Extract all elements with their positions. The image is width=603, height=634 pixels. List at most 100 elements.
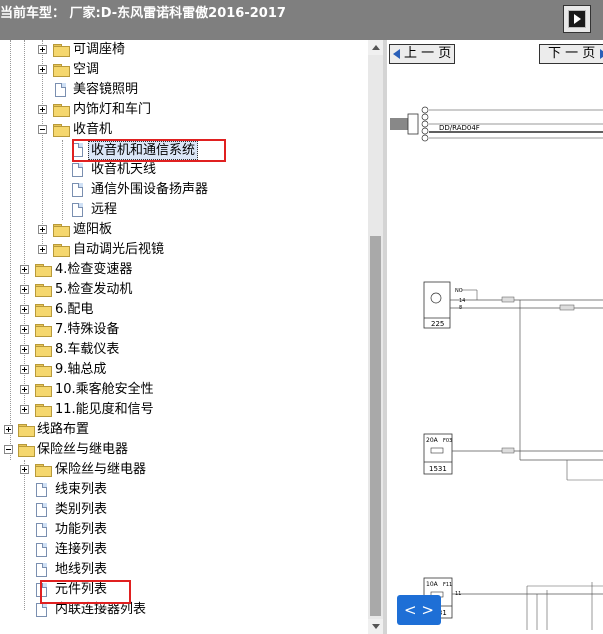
document-icon xyxy=(36,603,47,617)
tree-item-label: 空调 xyxy=(73,62,100,77)
tree-item-label: 9.轴总成 xyxy=(55,362,107,377)
page-nav: 上 一 页 下 一 页 xyxy=(387,44,603,66)
highlight-box xyxy=(40,580,131,604)
connector-code: DD/RAD04F xyxy=(439,124,480,132)
folder-icon xyxy=(35,464,52,477)
tree-scrollbar[interactable] xyxy=(368,40,383,634)
scroll-thumb[interactable] xyxy=(370,236,381,616)
tree-item-label: 类别列表 xyxy=(55,502,108,517)
svg-text:F03: F03 xyxy=(443,438,452,444)
svg-text:10A: 10A xyxy=(426,581,439,588)
svg-text:NO: NO xyxy=(455,288,463,294)
document-icon xyxy=(72,203,83,217)
navigation-tree: 可调座椅 空调 美容镜照明 内饰灯和车门 收音机 收音机和通信系统 收音机天线 … xyxy=(0,40,368,634)
tree-item-label: 地线列表 xyxy=(55,562,108,577)
document-icon xyxy=(36,523,47,537)
tree-item-label: 美容镜照明 xyxy=(73,82,139,97)
tree-item-label: 7.特殊设备 xyxy=(55,322,120,337)
expand-icon[interactable] xyxy=(20,385,29,394)
next-page-button[interactable]: 下 一 页 xyxy=(539,44,603,64)
open-folder-icon xyxy=(18,444,35,457)
arrow-left-icon xyxy=(393,49,400,59)
svg-text:14: 14 xyxy=(459,298,465,304)
expand-icon[interactable] xyxy=(20,285,29,294)
tree-item-label: 11.能见度和信号 xyxy=(55,402,154,417)
tree-item-label: 可调座椅 xyxy=(73,42,126,57)
open-folder-icon xyxy=(53,124,70,137)
expand-icon[interactable] xyxy=(4,425,13,434)
folder-icon xyxy=(35,344,52,357)
scroll-down-arrow-icon[interactable] xyxy=(368,619,383,634)
folder-icon xyxy=(35,324,52,337)
folder-icon xyxy=(35,384,52,397)
expand-icon[interactable] xyxy=(20,325,29,334)
tree-connector xyxy=(24,460,25,610)
document-icon xyxy=(72,163,83,177)
tree-item-label: 通信外围设备扬声器 xyxy=(91,182,209,197)
fuse-1531-20a: 20A F03 1531 xyxy=(423,433,603,481)
wiring-diagram: DD/RAD04F 225 NO 14 8 20A F03 1531 10A F… xyxy=(390,106,603,630)
folder-icon xyxy=(35,264,52,277)
document-icon xyxy=(55,83,66,97)
prev-page-button[interactable]: 上 一 页 xyxy=(389,44,455,64)
tree-item-label: 自动调光后视镜 xyxy=(73,242,165,257)
folder-icon xyxy=(18,424,35,437)
expand-icon[interactable] xyxy=(38,65,47,74)
document-icon xyxy=(36,563,47,577)
tree-item-label: 遮阳板 xyxy=(73,222,113,237)
tree-item-label: 收音机天线 xyxy=(91,162,157,177)
folder-icon xyxy=(53,224,70,237)
wiring-diagram-viewer: 上 一 页 下 一 页 DD/RAD04F 225 NO 14 8 20A F0… xyxy=(387,40,603,634)
tree-item-label: 远程 xyxy=(91,202,118,217)
tree-connector xyxy=(62,140,63,220)
tree-item-label: 线路布置 xyxy=(37,422,90,437)
expand-icon[interactable] xyxy=(20,345,29,354)
tree-item-label: 6.配电 xyxy=(55,302,94,317)
title-bar: 当前车型： 厂家:D-东风雷诺科雷傲2016-2017 xyxy=(0,0,603,40)
folder-icon xyxy=(53,44,70,57)
expand-icon[interactable] xyxy=(20,305,29,314)
expand-icon[interactable] xyxy=(20,365,29,374)
expand-icon[interactable] xyxy=(38,105,47,114)
folder-icon xyxy=(35,284,52,297)
folder-icon xyxy=(35,364,52,377)
folder-icon xyxy=(35,404,52,417)
folder-icon xyxy=(53,244,70,257)
vehicle-model-title: 当前车型： 厂家:D-东风雷诺科雷傲2016-2017 xyxy=(0,6,286,21)
folder-icon xyxy=(35,304,52,317)
svg-text:1531: 1531 xyxy=(429,465,447,473)
tree-item-label: 保险丝与继电器 xyxy=(37,442,129,457)
svg-text:20A: 20A xyxy=(426,437,439,444)
tree-item-label: 线束列表 xyxy=(55,482,108,497)
folder-icon xyxy=(53,104,70,117)
expand-icon[interactable] xyxy=(20,265,29,274)
expand-icon[interactable] xyxy=(38,45,47,54)
connector-plug: DD/RAD04F xyxy=(390,106,603,142)
svg-text:F11: F11 xyxy=(443,582,452,588)
tree-connector xyxy=(24,40,25,410)
expand-icon[interactable] xyxy=(20,405,29,414)
tree-item-label: 4.检查变速器 xyxy=(55,262,133,277)
tree-item-label: 8.车载仪表 xyxy=(55,342,120,357)
document-icon xyxy=(36,483,47,497)
collapse-icon[interactable] xyxy=(4,445,13,454)
tree-item-label: 收音机 xyxy=(73,122,113,137)
tree-item-label: 内饰灯和车门 xyxy=(73,102,152,117)
tree-item-label: 连接列表 xyxy=(55,542,108,557)
exit-icon xyxy=(568,10,586,28)
expand-icon[interactable] xyxy=(38,245,47,254)
folder-icon xyxy=(53,64,70,77)
tree-connector xyxy=(10,40,11,460)
collapse-icon[interactable] xyxy=(38,125,47,134)
tree-item-label: 10.乘客舱安全性 xyxy=(55,382,154,397)
component-225: 225 NO 14 8 xyxy=(423,281,603,460)
exit-button[interactable] xyxy=(563,5,591,33)
tree-item-label: 5.检查发动机 xyxy=(55,282,133,297)
page-toggle-button[interactable]: < > xyxy=(397,595,441,625)
expand-icon[interactable] xyxy=(38,225,47,234)
expand-icon[interactable] xyxy=(20,465,29,474)
document-icon xyxy=(36,503,47,517)
scroll-up-arrow-icon[interactable] xyxy=(368,40,383,55)
document-icon xyxy=(36,543,47,557)
svg-text:225: 225 xyxy=(431,320,444,328)
